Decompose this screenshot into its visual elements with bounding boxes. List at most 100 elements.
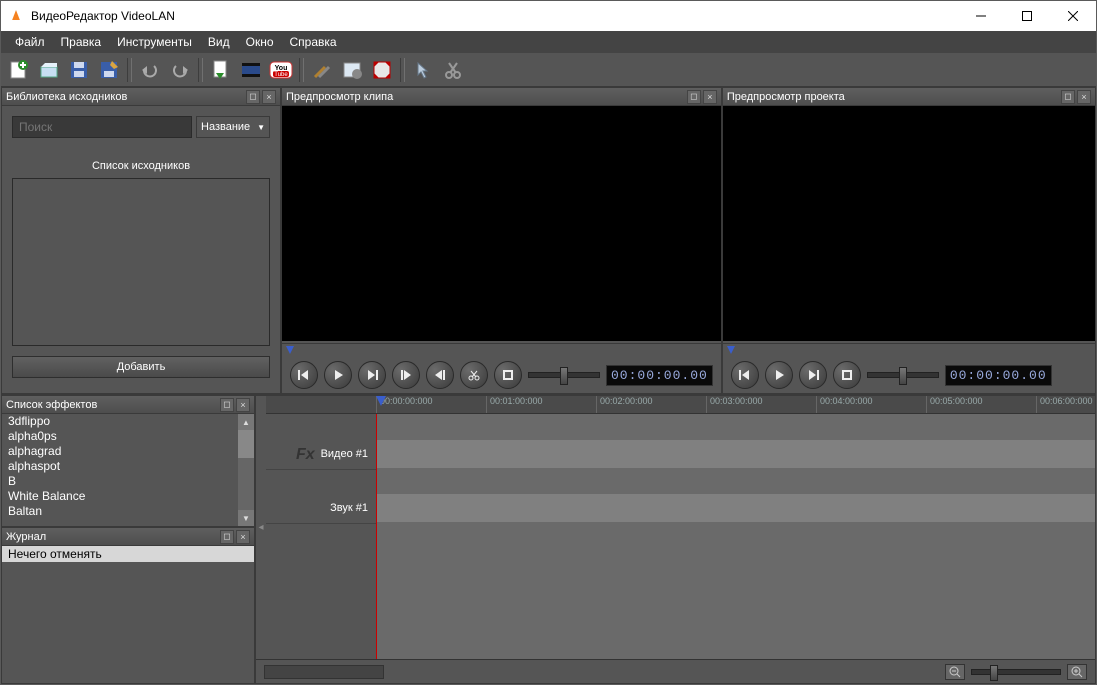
playhead-icon[interactable] [376, 396, 386, 410]
toolbar-separator [400, 58, 405, 82]
zoom-out-button[interactable] [945, 664, 965, 680]
project-volume-slider[interactable] [867, 372, 939, 378]
library-panel: Библиотека исходников ◻ × Название ▼ Спи… [1, 87, 281, 394]
scrubber-marker-icon[interactable] [286, 346, 294, 356]
mark-out-button[interactable] [426, 361, 454, 389]
panel-float-icon[interactable]: ◻ [246, 90, 260, 104]
journal-panel-title: Журнал [6, 531, 218, 543]
panel-float-icon[interactable]: ◻ [220, 530, 234, 544]
effects-list[interactable]: 3dflippo alpha0ps alphagrad alphaspot B … [2, 414, 254, 526]
zoom-in-button[interactable] [1067, 664, 1087, 680]
effects-scrollbar[interactable]: ▲ ▼ [238, 414, 254, 526]
audio-track-label[interactable]: Звук #1 [266, 492, 376, 524]
menu-view[interactable]: Вид [200, 31, 238, 53]
clip-preview-controls: 00:00:00.00 [282, 357, 721, 393]
toolbar-pointer-button[interactable] [409, 56, 437, 84]
timeline-collapse-handle[interactable]: ◂ [256, 396, 266, 659]
effects-panel-header[interactable]: Список эффектов ◻ × [2, 396, 254, 414]
track-area[interactable] [376, 414, 1095, 659]
list-item[interactable]: Baltan [2, 504, 254, 519]
panel-float-icon[interactable]: ◻ [1061, 90, 1075, 104]
zoom-slider[interactable] [971, 669, 1061, 675]
list-item[interactable]: alphaspot [2, 459, 254, 474]
panel-close-icon[interactable]: × [703, 90, 717, 104]
ruler-tick: 00:03:00:000 [706, 396, 763, 413]
project-preview-title: Предпросмотр проекта [727, 91, 1059, 103]
list-item[interactable]: alphagrad [2, 444, 254, 459]
scroll-up-icon[interactable]: ▲ [238, 414, 254, 430]
clip-preview-panel: Предпросмотр клипа ◻ × 00:00:00.00 [281, 87, 722, 394]
timeline-panel: ◂ 00:00:00:000 00:01:00:000 00:02:00:000… [255, 395, 1096, 684]
toolbar-preferences-button[interactable] [308, 56, 336, 84]
toolbar-saveas-button[interactable] [95, 56, 123, 84]
scroll-down-icon[interactable]: ▼ [238, 510, 254, 526]
list-item[interactable]: B [2, 474, 254, 489]
stop-button[interactable] [494, 361, 522, 389]
toolbar-import-media-button[interactable] [237, 56, 265, 84]
audio-track-lane[interactable] [376, 494, 1095, 522]
clip-preview-scrubber[interactable] [282, 343, 721, 357]
list-item[interactable]: White Balance [2, 489, 254, 504]
scrubber-marker-icon[interactable] [727, 346, 735, 356]
timeline-ruler[interactable]: 00:00:00:000 00:01:00:000 00:02:00:000 0… [266, 396, 1095, 414]
library-source-list[interactable] [12, 178, 270, 346]
toolbar-undo-button[interactable] [136, 56, 164, 84]
library-sort-dropdown[interactable]: Название ▼ [196, 116, 270, 138]
timeline-footer [256, 659, 1095, 683]
list-item[interactable]: Нечего отменять [2, 546, 254, 562]
panel-close-icon[interactable]: × [236, 530, 250, 544]
window-maximize-button[interactable] [1004, 1, 1050, 31]
effects-panel: Список эффектов ◻ × 3dflippo alpha0ps al… [1, 395, 255, 527]
toolbar-fullscreen-button[interactable] [368, 56, 396, 84]
project-preview-scrubber[interactable] [723, 343, 1095, 357]
menu-tools[interactable]: Инструменты [109, 31, 200, 53]
panel-close-icon[interactable]: × [236, 398, 250, 412]
next-button[interactable] [799, 361, 827, 389]
clip-preview-video [282, 106, 721, 341]
scroll-thumb[interactable] [238, 430, 254, 458]
toolbar-youtube-button[interactable]: YouTube [267, 56, 295, 84]
toolbar-new-button[interactable] [5, 56, 33, 84]
fx-label: Fx [296, 446, 315, 464]
toolbar-import-file-button[interactable] [207, 56, 235, 84]
journal-list[interactable]: Нечего отменять [2, 546, 254, 683]
effects-panel-title: Список эффектов [6, 399, 218, 411]
prev-button[interactable] [731, 361, 759, 389]
video-track-label[interactable]: Видео #1 [266, 438, 376, 470]
list-item[interactable]: 3dflippo [2, 414, 254, 429]
video-track-lane[interactable] [376, 440, 1095, 468]
panel-close-icon[interactable]: × [1077, 90, 1091, 104]
menu-window[interactable]: Окно [238, 31, 282, 53]
clip-preview-header[interactable]: Предпросмотр клипа ◻ × [282, 88, 721, 106]
menu-file[interactable]: Файл [7, 31, 53, 53]
toolbar-save-button[interactable] [65, 56, 93, 84]
mark-in-button[interactable] [392, 361, 420, 389]
window-close-button[interactable] [1050, 1, 1096, 31]
panel-float-icon[interactable]: ◻ [220, 398, 234, 412]
menu-help[interactable]: Справка [282, 31, 345, 53]
chevron-down-icon: ▼ [257, 123, 265, 132]
project-preview-header[interactable]: Предпросмотр проекта ◻ × [723, 88, 1095, 106]
journal-panel-header[interactable]: Журнал ◻ × [2, 528, 254, 546]
split-button[interactable] [460, 361, 488, 389]
playhead-line[interactable] [376, 414, 377, 659]
timeline-hscrollbar[interactable] [264, 665, 384, 679]
window-minimize-button[interactable] [958, 1, 1004, 31]
list-item[interactable]: alpha0ps [2, 429, 254, 444]
play-button[interactable] [765, 361, 793, 389]
library-add-button[interactable]: Добавить [12, 356, 270, 378]
panel-float-icon[interactable]: ◻ [687, 90, 701, 104]
prev-button[interactable] [290, 361, 318, 389]
library-panel-header[interactable]: Библиотека исходников ◻ × [2, 88, 280, 106]
toolbar-project-settings-button[interactable] [338, 56, 366, 84]
toolbar-open-button[interactable] [35, 56, 63, 84]
toolbar-redo-button[interactable] [166, 56, 194, 84]
clip-volume-slider[interactable] [528, 372, 600, 378]
toolbar-cut-button[interactable] [439, 56, 467, 84]
menu-edit[interactable]: Правка [53, 31, 110, 53]
play-button[interactable] [324, 361, 352, 389]
panel-close-icon[interactable]: × [262, 90, 276, 104]
library-search-input[interactable] [12, 116, 192, 138]
next-button[interactable] [358, 361, 386, 389]
stop-button[interactable] [833, 361, 861, 389]
